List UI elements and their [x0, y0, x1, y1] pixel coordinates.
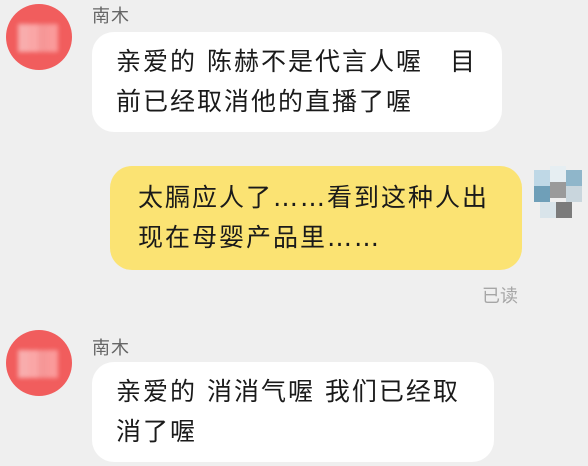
read-status: 已读 — [482, 286, 518, 307]
sender-avatar[interactable] — [6, 330, 72, 396]
self-avatar[interactable] — [530, 160, 588, 230]
incoming-message-bubble[interactable]: 亲爱的 消消气喔 我们已经取消了喔 — [92, 362, 494, 462]
outgoing-message-bubble[interactable]: 太膈应人了……看到这种人出现在母婴产品里…… — [110, 166, 522, 270]
blurred-avatar-image — [18, 350, 58, 378]
sender-name: 南木 — [92, 6, 130, 27]
incoming-message-bubble[interactable]: 亲爱的 陈赫不是代言人喔 目前已经取消他的直播了喔 — [92, 32, 502, 132]
blurred-avatar-image — [18, 24, 58, 52]
sender-name: 南木 — [92, 338, 130, 359]
sender-avatar[interactable] — [6, 4, 72, 70]
